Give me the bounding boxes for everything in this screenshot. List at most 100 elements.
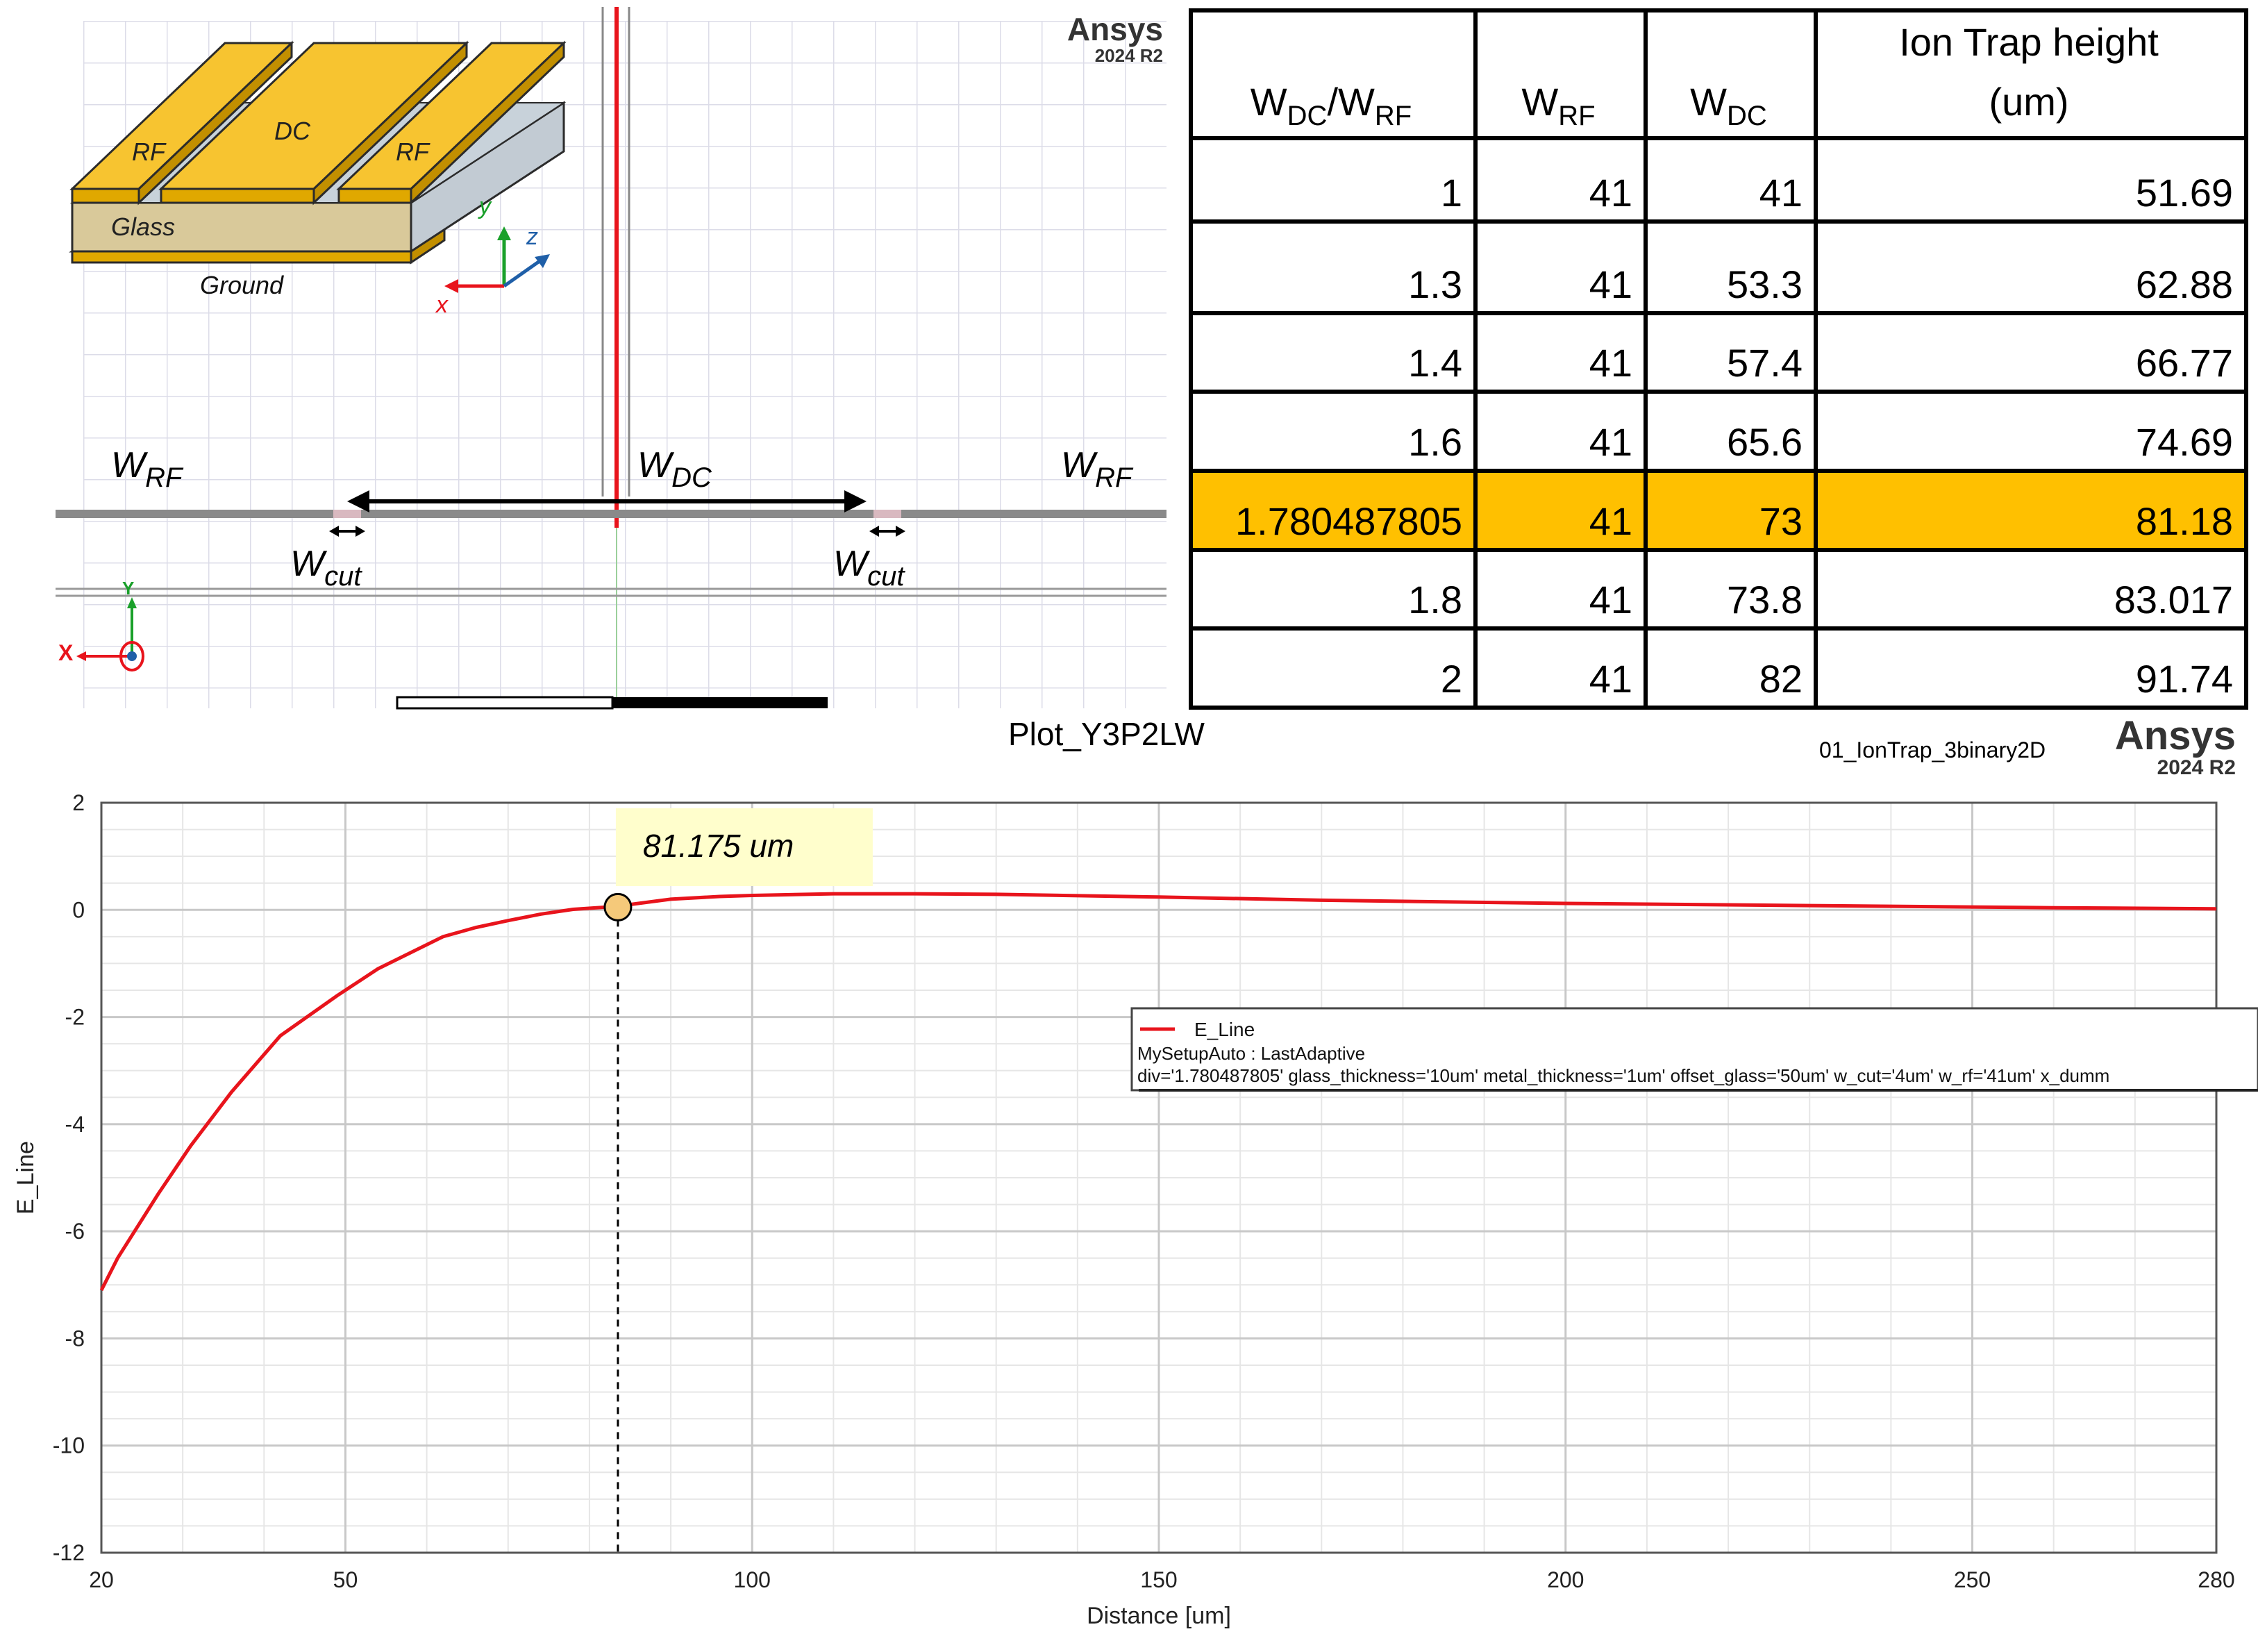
- table-row: 1.780487805 41 73 81.18: [1189, 468, 2248, 552]
- cut-gap-left: [333, 510, 361, 518]
- y-tick-label: -12: [53, 1540, 85, 1565]
- x-axis-label: Distance [um]: [1087, 1603, 1231, 1629]
- w-rf-left-label: WRF: [111, 444, 182, 494]
- w-rf-left-main: W: [111, 445, 146, 485]
- table-cell: 74.69: [1814, 390, 2248, 473]
- y-tick-label: -6: [65, 1219, 85, 1244]
- table-cell: 65.6: [1644, 390, 1818, 473]
- y-axis-label: E_Line: [12, 1141, 39, 1215]
- y-tick-label: -10: [53, 1433, 85, 1458]
- dc-label: DC: [274, 117, 310, 145]
- y-tick-label: -2: [65, 1005, 85, 1030]
- marker-layer: 81.175 um: [603, 808, 873, 1553]
- rf-left-label: RF: [132, 137, 165, 166]
- plot-ansys-version: 2024 R2: [2157, 756, 2236, 779]
- table-cell: 2: [1189, 626, 1478, 710]
- table-cell: 41: [1473, 310, 1648, 394]
- ion-trap-table: WDC/WRF WRF WDC Ion Trap height (um) 1 41…: [1189, 8, 2248, 710]
- x-tick-label: 250: [1954, 1567, 1991, 1592]
- w-dc-sub: DC: [671, 462, 712, 493]
- cut-gap-right: [873, 510, 901, 518]
- w-cut-right-main: W: [833, 544, 868, 584]
- table-cell: 41: [1473, 390, 1648, 473]
- axis-z-label: z: [526, 224, 538, 250]
- header-height: Ion Trap height (um): [1814, 8, 2248, 140]
- table-row: 1.4 41 57.4 66.77: [1189, 310, 2248, 394]
- table-cell: 81.18: [1814, 468, 2248, 552]
- device-inset: [69, 40, 567, 293]
- table-cell: 41: [1473, 136, 1648, 224]
- table-cell: 83.017: [1814, 547, 2248, 631]
- x-tick-label: 200: [1547, 1567, 1584, 1592]
- table-row: 1.8 41 73.8 83.017: [1189, 547, 2248, 631]
- table-cell: 53.3: [1644, 219, 1818, 315]
- table-cell: 1.4: [1189, 310, 1478, 394]
- table-cell: 73.8: [1644, 547, 1818, 631]
- table-cell: 91.74: [1814, 626, 2248, 710]
- rf-right-label: RF: [396, 137, 429, 166]
- w-cut-right-sub: cut: [867, 561, 905, 592]
- w-rf-left-sub: RF: [145, 462, 183, 493]
- table-cell: 57.4: [1644, 310, 1818, 394]
- project-name: 01_IonTrap_3binary2D: [1819, 737, 2046, 762]
- plot-ansys-logo: Ansys 2024 R2: [2083, 715, 2236, 779]
- triad-x-label: X: [58, 640, 74, 665]
- y-tick-label: -8: [65, 1326, 85, 1351]
- x-tick-label: 50: [333, 1567, 358, 1592]
- header-wdc: WDC: [1644, 8, 1818, 140]
- w-rf-right-main: W: [1061, 445, 1096, 485]
- table-cell: 66.77: [1814, 310, 2248, 394]
- header-ratio: WDC/WRF: [1189, 8, 1478, 140]
- y-tick-label: 2: [72, 790, 85, 815]
- table-cell: 1.8: [1189, 547, 1478, 631]
- legend-layer: E_Line MySetupAuto : LastAdaptivediv='1.7…: [1130, 1007, 2258, 1092]
- table-body: 1 41 41 51.69 1.3 41 53.3 62.88 1.4 41 57.4 66.77 1.…: [1189, 136, 2248, 710]
- legend-series-name: E_Line: [1194, 1019, 1255, 1040]
- scale-bar: [396, 696, 614, 710]
- x-tick-label: 100: [734, 1567, 771, 1592]
- table-cell: 41: [1473, 468, 1648, 552]
- table-cell: 41: [1473, 219, 1648, 315]
- marker-label: 81.175 um: [643, 828, 794, 864]
- table-cell: 1.3: [1189, 219, 1478, 315]
- marker-point: [603, 892, 633, 921]
- table-cell: 82: [1644, 626, 1818, 710]
- w-dc-label: WDC: [637, 444, 712, 494]
- triad-y-label: Y: [122, 578, 135, 599]
- table-row: 1.3 41 53.3 62.88: [1189, 219, 2248, 315]
- w-cut-left-sub: cut: [324, 561, 362, 592]
- electrode-strip: [56, 510, 1166, 518]
- plot-ansys-brand: Ansys: [2114, 713, 2236, 758]
- glass-label: Glass: [111, 212, 176, 241]
- table-cell: 51.69: [1814, 136, 2248, 224]
- table-row: 1 41 41 51.69: [1189, 136, 2248, 224]
- geometry-drawing: [56, 7, 1166, 710]
- y-tick-label: -4: [65, 1112, 85, 1137]
- view-triad: [76, 597, 144, 671]
- table-cell: 73: [1644, 468, 1818, 552]
- e-line-chart[interactable]: 20 50 100 150 200 250 28020-2-4-6-8-10-12Dista…: [0, 778, 2258, 1652]
- w-cut-left-label: Wcut: [290, 543, 361, 592]
- table-cell: 41: [1644, 136, 1818, 224]
- table-cell: 1.6: [1189, 390, 1478, 473]
- plot-title: Plot_Y3P2LW: [1008, 716, 1205, 752]
- table-row: 2 41 82 91.74: [1189, 626, 2248, 710]
- table-cell: 41: [1473, 547, 1648, 631]
- w-cut-right-label: Wcut: [833, 543, 904, 592]
- axis-y-label: y: [479, 193, 491, 219]
- w-dc-main: W: [637, 445, 672, 485]
- w-rf-right-label: WRF: [1061, 444, 1132, 494]
- w-rf-right-sub: RF: [1095, 462, 1132, 493]
- legend-setup: MySetupAuto : LastAdaptive: [1137, 1043, 1365, 1064]
- table-cell: 1: [1189, 136, 1478, 224]
- table-header-row: WDC/WRF WRF WDC Ion Trap height (um): [1189, 8, 2248, 140]
- w-cut-left-main: W: [290, 544, 325, 584]
- table-row: 1.6 41 65.6 74.69: [1189, 390, 2248, 473]
- x-tick-label: 20: [89, 1567, 114, 1592]
- table-cell: 41: [1473, 626, 1648, 710]
- table-cell: 62.88: [1814, 219, 2248, 315]
- table-cell: 1.780487805: [1189, 468, 1478, 552]
- x-tick-label: 150: [1140, 1567, 1177, 1592]
- legend-params: div='1.780487805' glass_thickness='10um'…: [1137, 1065, 2109, 1086]
- ground-label: Ground: [200, 271, 284, 299]
